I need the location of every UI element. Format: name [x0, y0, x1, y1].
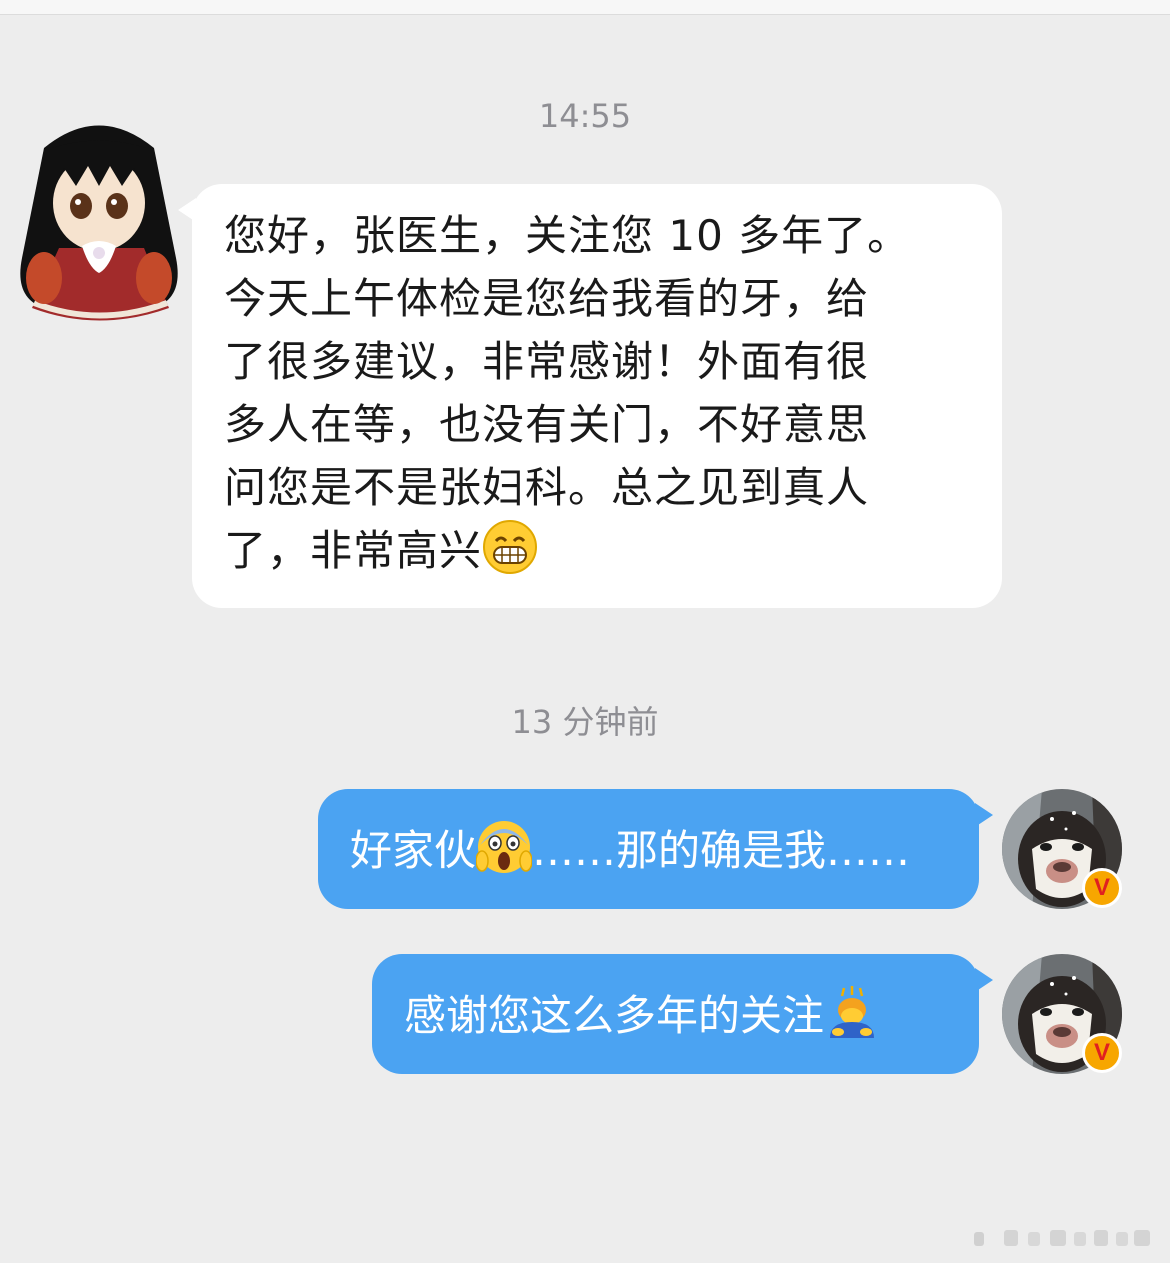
- message-line: 今天上午体检是您给我看的牙，给: [224, 274, 870, 323]
- message-line: 多人在等，也没有关门，不好意思: [224, 400, 870, 449]
- message-text: ……那的确是我……: [532, 826, 911, 875]
- grinning-face-icon: [482, 519, 538, 575]
- outgoing-message-bubble[interactable]: 感谢您这么多年的关注: [372, 954, 993, 1074]
- message-line: 您好，张医生，关注您 10 多年了。: [224, 211, 911, 260]
- watermark-bar: [974, 1228, 1154, 1248]
- message-text: 好家伙: [350, 826, 477, 875]
- message-text: 感谢您这么多年的关注: [404, 991, 825, 1040]
- sender-avatar[interactable]: [4, 108, 194, 328]
- bowing-person-icon: [824, 984, 880, 1040]
- message-line: 了很多建议，非常感谢！外面有很: [224, 337, 870, 386]
- message-line: 了，非常高兴: [224, 526, 483, 575]
- verified-badge-icon: V: [1082, 868, 1122, 908]
- message-line: 问您是不是张妇科。总之见到真人: [224, 463, 870, 512]
- message-line-last: 了，非常高兴: [224, 519, 968, 582]
- timestamp: 13 分钟前: [511, 703, 659, 741]
- outgoing-message-bubble[interactable]: 好家伙 ……那的确是我……: [318, 789, 993, 909]
- screaming-face-icon: [476, 819, 533, 875]
- top-divider: [0, 0, 1170, 15]
- incoming-message-bubble[interactable]: 您好，张医生，关注您 10 多年了。 今天上午体检是您给我看的牙，给 了很多建议…: [178, 184, 1002, 608]
- verified-badge-icon: V: [1082, 1033, 1122, 1073]
